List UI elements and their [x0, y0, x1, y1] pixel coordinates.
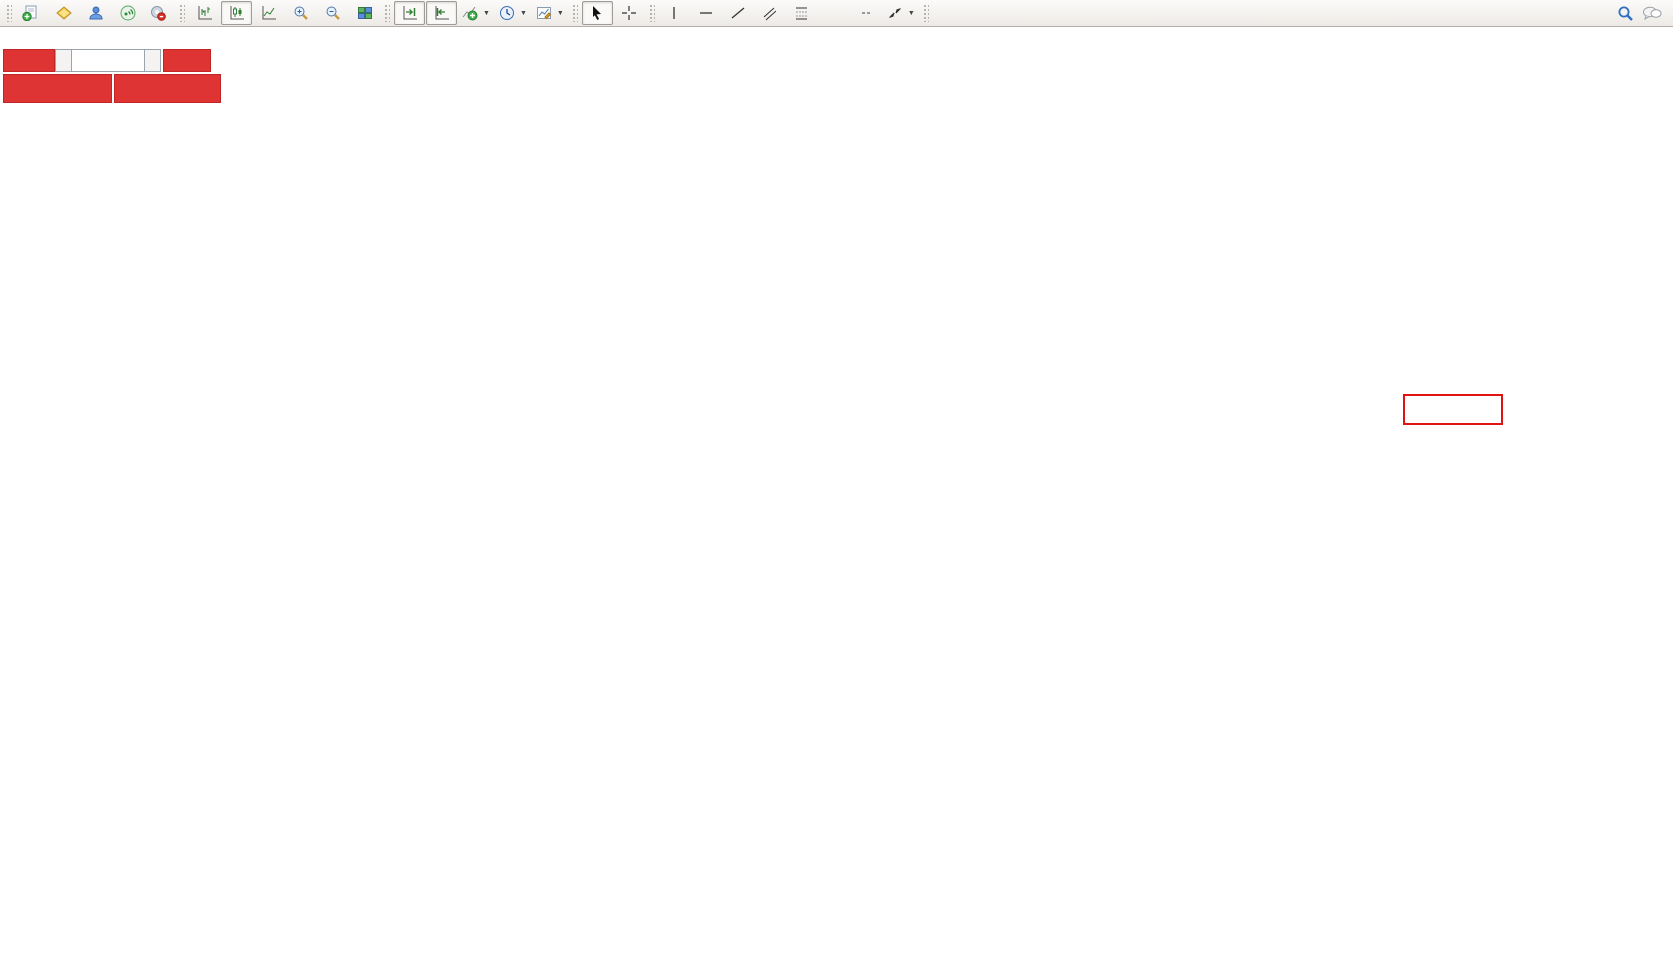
crosshair-icon [621, 5, 637, 21]
bar-chart-icon [197, 5, 213, 21]
cursor-icon [589, 5, 605, 21]
search-icon[interactable] [1617, 5, 1634, 22]
zoom-out-button[interactable] [317, 1, 348, 25]
chart-shift-button[interactable] [426, 1, 457, 25]
tile-windows-icon [357, 5, 373, 21]
autotrade-button[interactable] [144, 1, 175, 25]
toolbar-gripper [572, 4, 578, 22]
template-icon [536, 5, 552, 21]
tile-windows-button[interactable] [349, 1, 380, 25]
volume-increase-button[interactable] [144, 49, 161, 72]
chevron-down-icon: ▼ [908, 10, 915, 17]
clock-icon [499, 5, 515, 21]
new-order-button[interactable] [16, 1, 47, 25]
volume-decrease-button[interactable] [55, 49, 72, 72]
chevron-down-icon: ▼ [557, 10, 564, 17]
community-button[interactable] [80, 1, 111, 25]
profile-icon [88, 5, 104, 21]
trendline-button[interactable] [723, 1, 754, 25]
channel-icon [763, 5, 776, 21]
chart-canvas[interactable] [0, 0, 1673, 953]
periods-button[interactable]: ▼ [495, 1, 531, 25]
toolbar-gripper [384, 4, 390, 22]
vertical-line-icon [666, 5, 682, 21]
fibonacci-button[interactable] [787, 1, 818, 25]
toolbar-gripper [179, 4, 185, 22]
line-chart-button[interactable] [253, 1, 284, 25]
toolbar-gripper [649, 4, 655, 22]
quotes-button[interactable] [48, 1, 79, 25]
signal-icon [120, 5, 136, 21]
chevron-down-icon: ▼ [483, 10, 490, 17]
zoom-in-icon [293, 5, 309, 21]
crosshair-button[interactable] [614, 1, 645, 25]
price-callout-box[interactable] [1403, 394, 1503, 425]
text-label-icon [862, 12, 870, 14]
candlestick-chart-icon [229, 5, 245, 21]
templates-button[interactable]: ▼ [532, 1, 568, 25]
vertical-line-button[interactable] [659, 1, 690, 25]
arrows-icon [887, 5, 903, 21]
indicators-icon [462, 5, 478, 21]
bar-chart-button[interactable] [189, 1, 220, 25]
sell-price[interactable] [3, 74, 112, 103]
zoom-in-button[interactable] [285, 1, 316, 25]
quotes-icon [56, 5, 72, 21]
fibonacci-icon [795, 5, 808, 21]
horizontal-line-icon [698, 5, 714, 21]
buy-button[interactable] [163, 49, 211, 72]
terminal-window: ▼ ▼ ▼ [0, 0, 1673, 953]
volume-input[interactable] [72, 49, 144, 72]
trendline-icon [730, 5, 746, 21]
text-label-button[interactable] [851, 1, 882, 25]
arrows-button[interactable]: ▼ [883, 1, 919, 25]
sell-button[interactable] [3, 49, 55, 72]
text-button[interactable] [819, 1, 850, 25]
chat-icon[interactable] [1642, 5, 1662, 21]
cursor-button[interactable] [582, 1, 613, 25]
toolbar-gripper [923, 4, 929, 22]
chart-shift-icon [434, 5, 450, 21]
one-click-trading-panel [3, 49, 221, 103]
line-chart-icon [261, 5, 277, 21]
chevron-down-icon: ▼ [520, 10, 527, 17]
zoom-out-icon [325, 5, 341, 21]
candlestick-chart-button[interactable] [221, 1, 252, 25]
autotrade-icon [150, 5, 166, 21]
toolbar-gripper [6, 4, 12, 22]
horizontal-line-button[interactable] [691, 1, 722, 25]
auto-scroll-button[interactable] [394, 1, 425, 25]
toolbar-right [1617, 5, 1670, 22]
buy-price[interactable] [114, 74, 221, 103]
indicators-button[interactable]: ▼ [458, 1, 494, 25]
auto-scroll-icon [402, 5, 418, 21]
equidistant-channel-button[interactable] [755, 1, 786, 25]
new-order-icon [22, 5, 38, 21]
toolbar: ▼ ▼ ▼ [0, 0, 1673, 27]
signals-button[interactable] [112, 1, 143, 25]
